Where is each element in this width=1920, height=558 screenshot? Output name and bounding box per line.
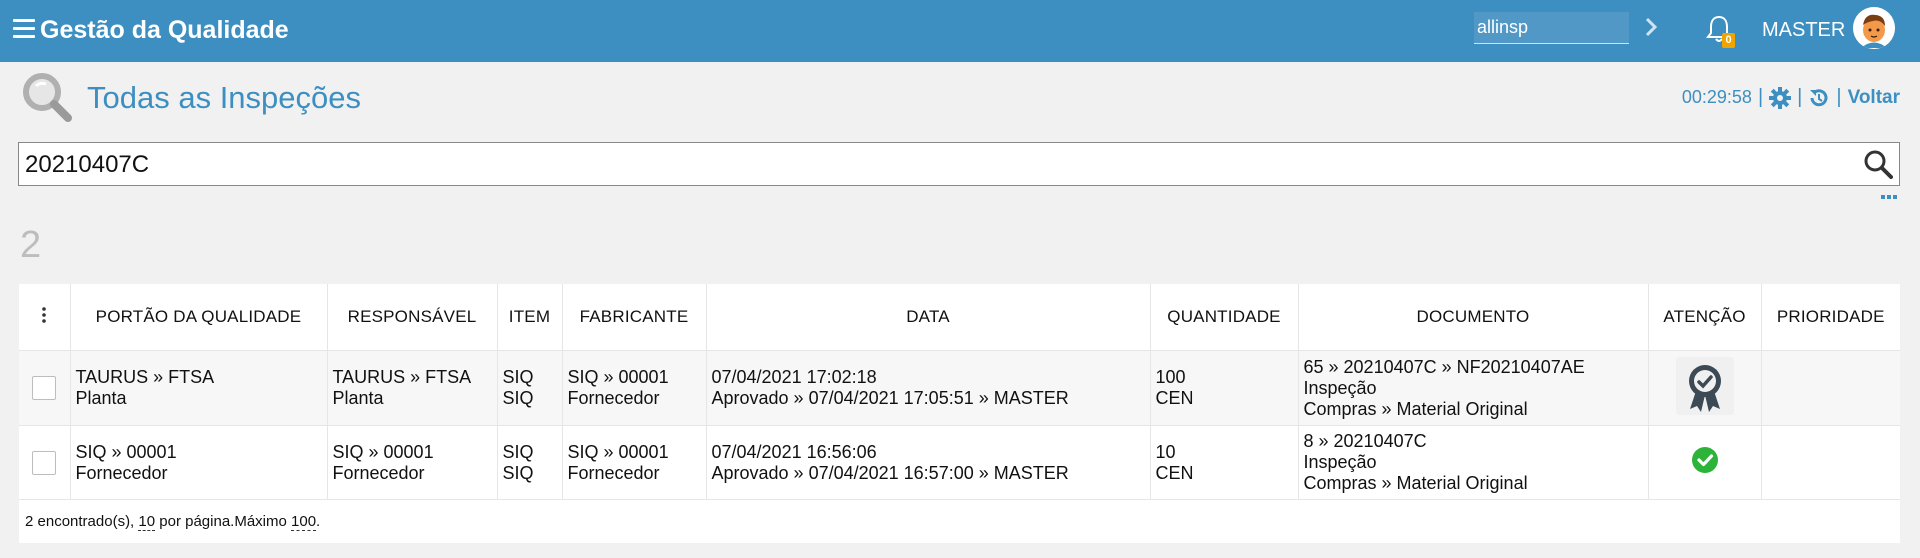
top-bar: Gestão da Qualidade 0 MASTER — [0, 0, 1920, 62]
column-header[interactable]: ITEM — [497, 284, 563, 351]
document-cell: 8 » 20210407C Inspeção Compras » Material … — [1298, 425, 1649, 500]
column-header[interactable]: DATA — [706, 284, 1151, 351]
date-cell: 07/04/2021 16:56:06 Aprovado » 07/04/2021… — [706, 425, 1151, 500]
column-header[interactable]: PRIORIDADE — [1761, 284, 1900, 351]
main-search-box — [18, 142, 1900, 186]
table-row[interactable]: TAURUS » FTSA Planta TAURUS » FTSA Planta … — [19, 350, 1900, 426]
hamburger-menu-icon[interactable] — [13, 19, 35, 39]
priority-cell — [1761, 425, 1900, 500]
award-badge-icon[interactable] — [1675, 356, 1734, 415]
separator: | — [1757, 86, 1764, 108]
column-header[interactable]: DOCUMENTO — [1298, 284, 1649, 351]
responsible-cell: TAURUS » FTSA Planta — [327, 350, 498, 426]
history-refresh-icon[interactable] — [1808, 87, 1830, 109]
row-select-cell — [19, 350, 71, 426]
table-row[interactable]: SIQ » 00001 Fornecedor SIQ » 00001 Fornece… — [19, 425, 1900, 500]
column-header[interactable]: PORTÃO DA QUALIDADE — [70, 284, 328, 351]
document-cell: 65 » 20210407C » NF20210407AE Inspeção Com… — [1298, 350, 1649, 426]
item-cell: SIQ SIQ — [497, 350, 563, 426]
notification-count-badge: 0 — [1722, 33, 1735, 48]
user-name[interactable]: MASTER — [1762, 19, 1845, 42]
item-cell: SIQ SIQ — [497, 425, 563, 500]
footer-end: . — [316, 513, 321, 530]
attention-cell — [1648, 425, 1762, 500]
search-icon[interactable] — [1863, 149, 1893, 179]
more-options-icon[interactable] — [1880, 194, 1898, 200]
per-page-selector[interactable]: 10 — [138, 513, 156, 531]
column-header[interactable]: ATENÇÃO — [1648, 284, 1762, 351]
responsible-cell: SIQ » 00001 Fornecedor — [327, 425, 498, 500]
row-checkbox[interactable] — [32, 376, 57, 400]
found-count-text: 2 encontrado(s), — [25, 513, 135, 530]
avatar[interactable] — [1853, 7, 1895, 49]
per-page-label: por página.Máximo — [159, 513, 287, 530]
check-circle-icon[interactable] — [1691, 446, 1719, 474]
manufacturer-cell: SIQ » 00001 Fornecedor — [562, 350, 707, 426]
inspections-table: PORTÃO DA QUALIDADE RESPONSÁVEL ITEM FAB… — [19, 284, 1900, 543]
back-button[interactable]: Voltar — [1848, 87, 1900, 109]
quantity-cell: 100 CEN — [1150, 350, 1299, 426]
column-header[interactable]: FABRICANTE — [562, 284, 707, 351]
gate-cell: TAURUS » FTSA Planta — [70, 350, 328, 426]
session-timer: 00:29:58 — [1681, 87, 1752, 107]
result-count: 2 — [20, 224, 42, 266]
column-header[interactable]: RESPONSÁVEL — [327, 284, 498, 351]
gear-icon[interactable] — [1769, 86, 1792, 109]
attention-cell — [1648, 350, 1762, 426]
gate-cell: SIQ » 00001 Fornecedor — [70, 425, 328, 500]
magnifier-icon — [23, 73, 72, 122]
manufacturer-cell: SIQ » 00001 Fornecedor — [562, 425, 707, 500]
quantity-cell: 10 CEN — [1150, 425, 1299, 500]
page-title: Todas as Inspeções — [87, 80, 362, 115]
separator: | — [1797, 86, 1803, 108]
separator: | — [1836, 86, 1842, 108]
column-header[interactable]: QUANTIDADE — [1150, 284, 1299, 351]
row-select-cell — [19, 425, 71, 500]
pagination-footer: 2 encontrado(s), 10 por página.Máximo 10… — [19, 500, 1900, 543]
column-options-header[interactable] — [19, 284, 71, 351]
inspection-search-input[interactable] — [23, 144, 1847, 186]
row-checkbox[interactable] — [32, 450, 57, 475]
app-title: Gestão da Qualidade — [40, 16, 289, 44]
date-cell: 07/04/2021 17:02:18 Aprovado » 07/04/2021… — [706, 350, 1151, 426]
header-toolbar: 00:29:58 | | | Voltar — [1682, 86, 1900, 109]
priority-cell — [1761, 350, 1900, 426]
top-search-input[interactable] — [1474, 12, 1629, 44]
chevron-right-icon[interactable] — [1644, 15, 1658, 39]
kebab-menu-icon[interactable] — [41, 306, 47, 323]
max-selector[interactable]: 100 — [291, 513, 317, 531]
